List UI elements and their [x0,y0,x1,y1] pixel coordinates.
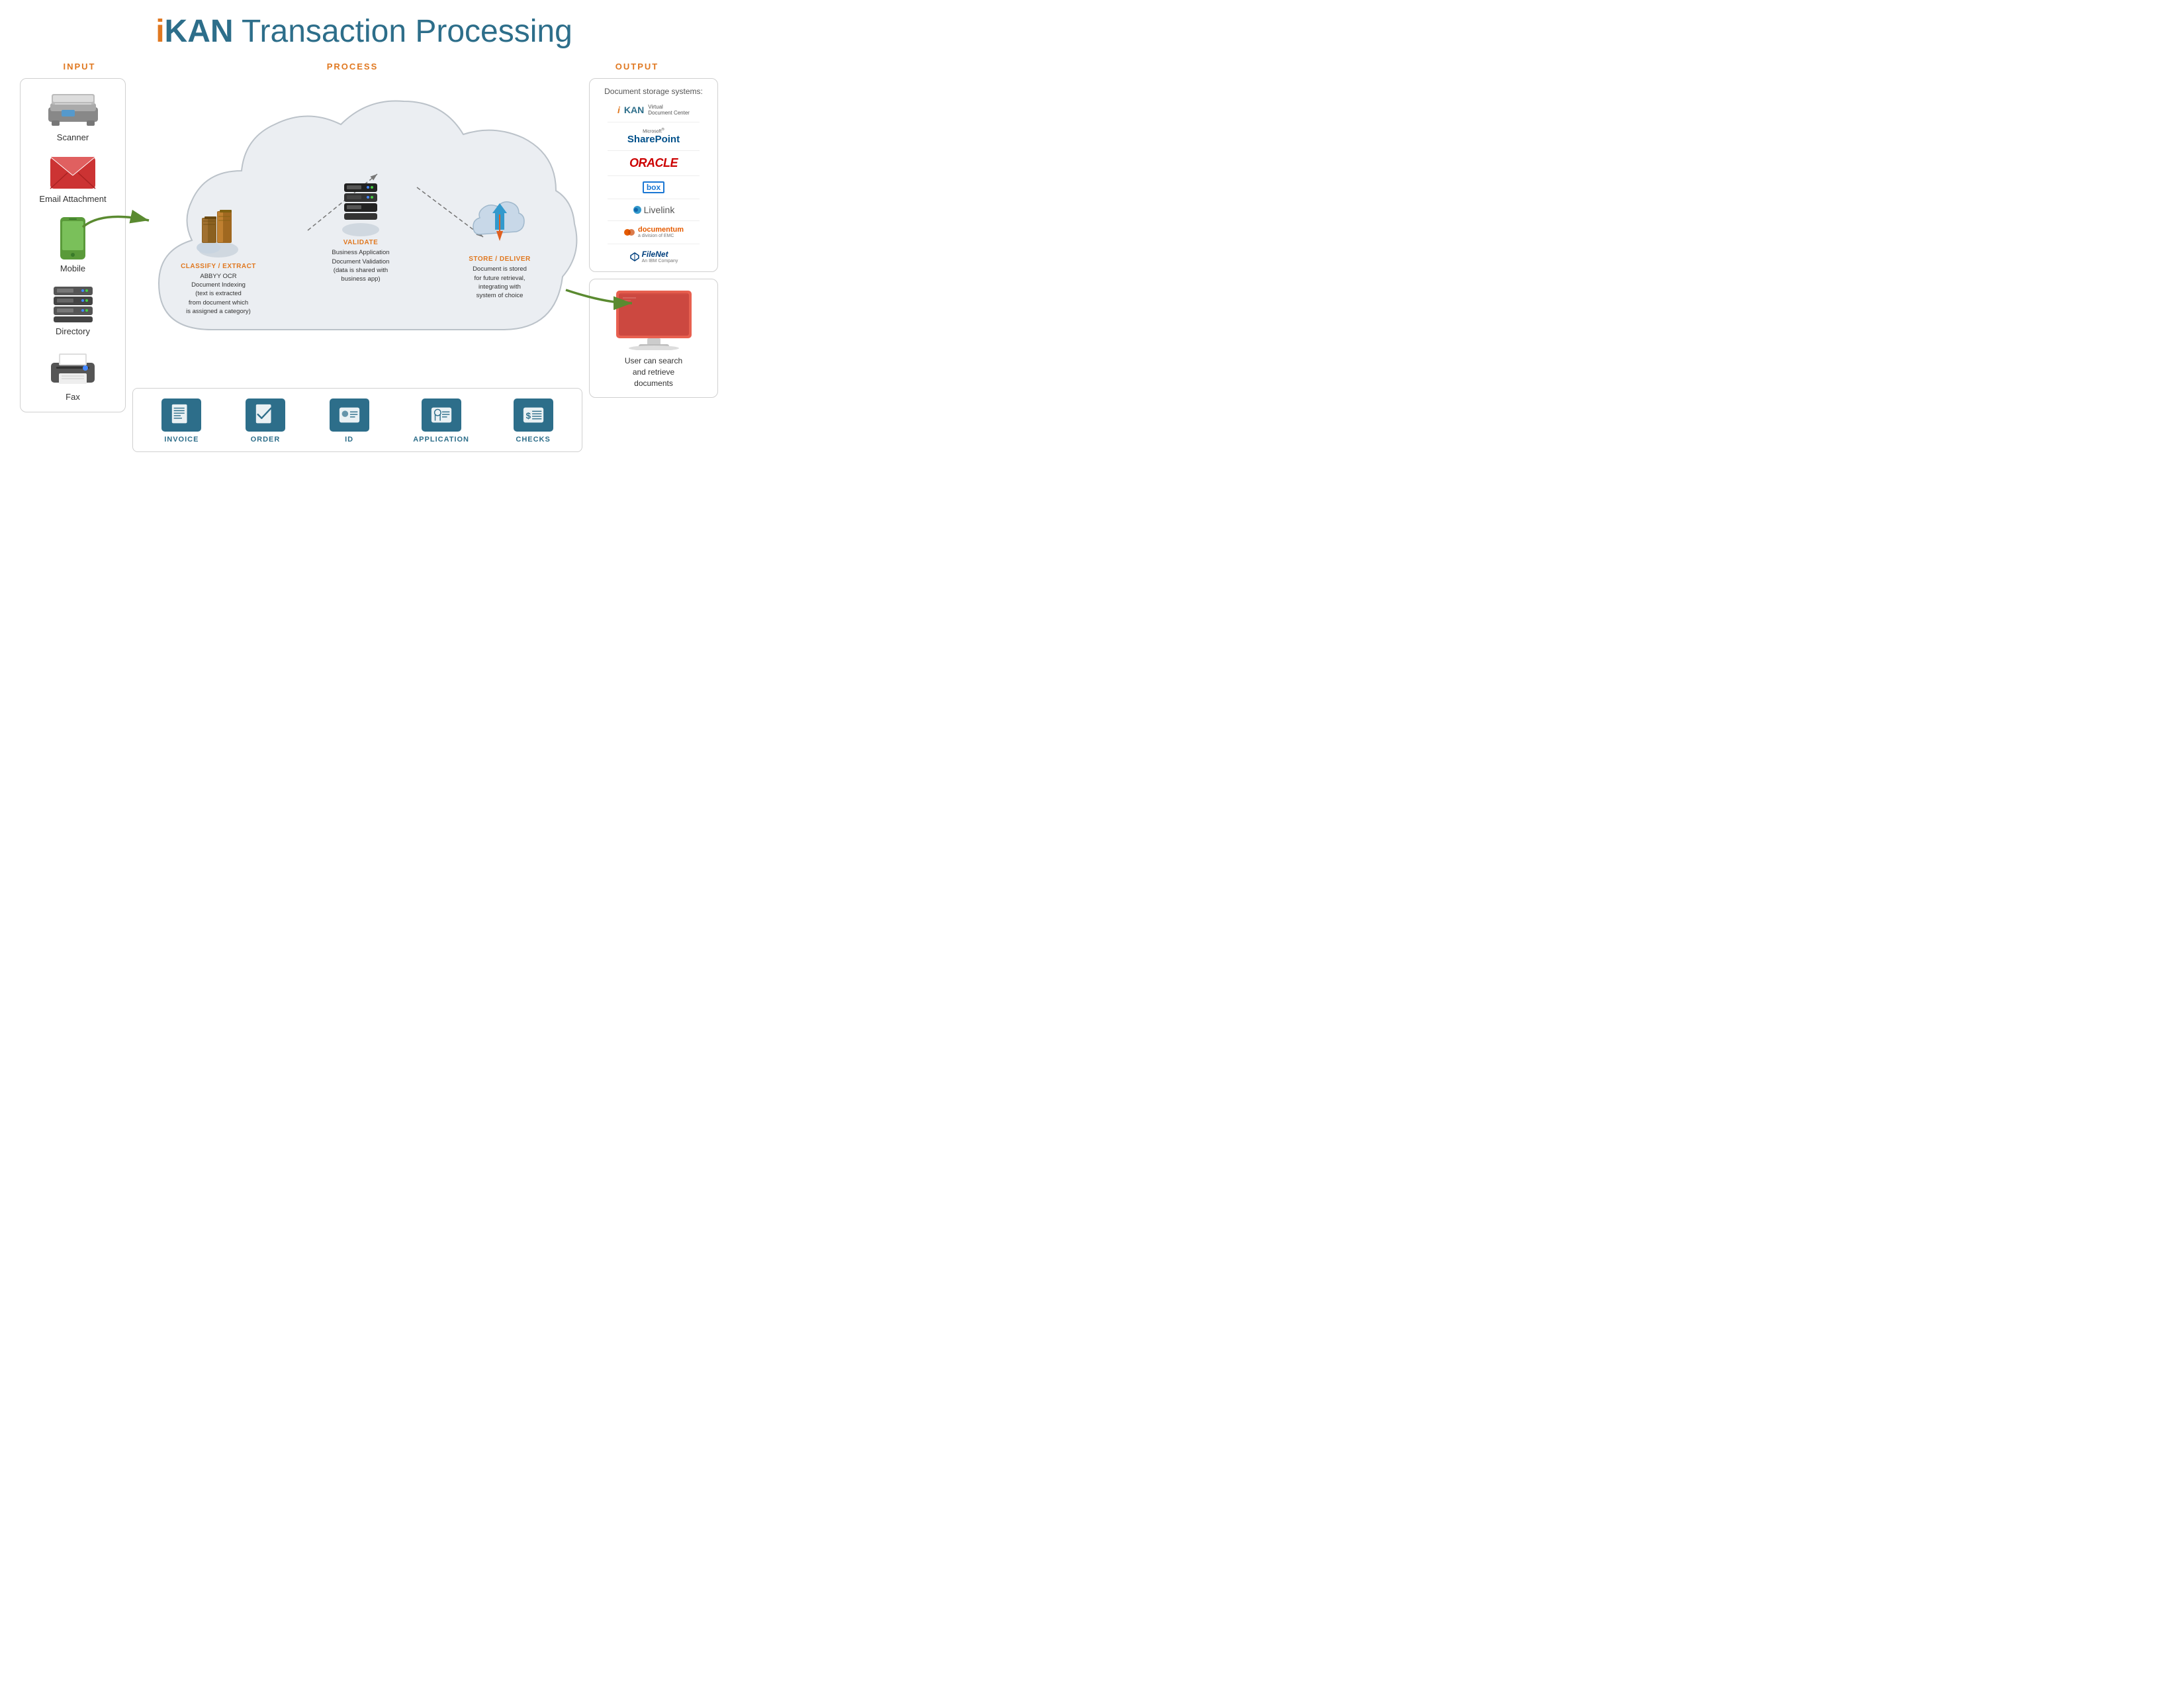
application-icon [430,403,453,427]
directory-icon [48,285,98,324]
input-scanner: Scanner [45,89,101,142]
page: iKAN Transaction Processing INPUT PROCES… [0,0,728,472]
page-title: iKAN Transaction Processing [20,13,708,50]
server-stack-icon [331,177,390,236]
application-label: APPLICATION [413,436,469,444]
order-label: ORDER [251,436,281,444]
green-arrow-output [559,283,639,313]
fax-icon [47,348,99,389]
storage-logos: i KAN VirtualDocument Center Microsoft® S… [596,104,711,264]
section-output: OUTPUT [572,62,702,71]
store-desc: Document is stored for future retrieval,… [469,265,530,300]
input-fax: Fax [47,348,99,402]
validate-label: VALIDATE Business Application Document V… [332,239,389,283]
green-arrow-input [76,207,156,237]
output-column: Document storage systems: i KAN VirtualDo… [589,78,718,398]
classify-desc: ABBYY OCR Document Indexing (text is ext… [181,272,256,316]
oracle-label: ORACLE [629,156,678,170]
title-area: iKAN Transaction Processing [20,13,708,50]
directory-label: Directory [56,326,90,336]
ikan-kan-logo: KAN [624,105,644,115]
invoice-icon-box [161,399,201,432]
filenet-sub: An IBM Company [642,259,678,263]
title-rest: Transaction Processing [234,14,572,49]
divider-5 [608,220,699,221]
doc-type-invoice: INVOICE [161,399,201,444]
validate-desc: Business Application Document Validation… [332,248,389,283]
title-i: i [156,14,164,49]
store-label: STORE / DELIVER Document is stored for f… [469,256,530,300]
section-labels: INPUT PROCESS OUTPUT [20,62,708,71]
cloud-arrows-icon [470,193,529,253]
email-icon [49,154,97,191]
doc-types-area: INVOICE ORDER [132,388,582,452]
section-process: PROCESS [132,62,572,71]
doc-type-checks: $ CHECKS [514,399,553,444]
cloud-container: CLASSIFY / EXTRACT ABBYY OCR Document In… [132,78,582,383]
title-brand: KAN [165,14,234,49]
documentum-sub: a division of EMC [638,234,684,238]
classify-step: CLASSIFY / EXTRACT ABBYY OCR Document In… [156,198,281,316]
ikan-sub-logo: VirtualDocument Center [648,104,690,117]
sharepoint-label: SharePoint [627,134,680,145]
logo-oracle: ORACLE [596,156,711,170]
cloud-steps: CLASSIFY / EXTRACT ABBYY OCR Document In… [132,78,582,383]
input-email: Email Attachment [39,154,106,204]
logo-livelink: Livelink [596,205,711,215]
input-column: Scanner Email Attachment [20,78,126,412]
validate-step: VALIDATE Business Application Document V… [301,177,420,283]
livelink-label: Livelink [633,205,675,215]
filenet-icon [629,252,640,262]
logo-filenet: FileNet An IBM Company [596,250,711,263]
documentum-icon [623,226,635,238]
process-cloud-wrapper: CLASSIFY / EXTRACT ABBYY OCR Document In… [132,78,582,452]
documentum-label: documentum [638,226,684,234]
divider-2 [608,150,699,151]
green-arrow-svg [76,207,156,234]
scanner-icon [45,89,101,130]
doc-type-id: ID [330,399,369,444]
id-icon-box [330,399,369,432]
checks-icon: $ [522,403,545,427]
fax-label: Fax [66,392,80,402]
livelink-icon [633,205,642,214]
logo-ikan: i KAN VirtualDocument Center [596,104,711,117]
order-icon-box [246,399,285,432]
filenet-label: FileNet [642,250,678,259]
divider-3 [608,175,699,176]
green-arrow-output-svg [559,283,639,310]
mobile-label: Mobile [60,263,85,273]
order-icon [253,403,277,427]
checks-icon-box: $ [514,399,553,432]
section-input: INPUT [26,62,132,71]
logo-box: box [596,181,711,193]
storage-title: Document storage systems: [596,87,711,97]
main-layout: Scanner Email Attachment [20,78,708,452]
invoice-label: INVOICE [164,436,199,444]
classify-label: CLASSIFY / EXTRACT ABBYY OCR Document In… [181,263,256,316]
invoice-icon [169,403,193,427]
logo-sharepoint: Microsoft® SharePoint [596,128,711,145]
scanner-label: Scanner [57,132,89,142]
id-icon [338,403,361,427]
store-step: STORE / DELIVER Document is stored for f… [440,193,559,300]
svg-text:$: $ [525,411,531,421]
search-label: User can search and retrieve documents [625,355,682,389]
box-label: box [643,181,664,193]
input-directory: Directory [48,285,98,336]
books-icon [189,198,248,258]
application-icon-box [422,399,461,432]
logo-documentum: documentum a division of EMC [596,226,711,238]
output-storage-box: Document storage systems: i KAN VirtualDo… [589,78,718,272]
checks-label: CHECKS [516,436,550,444]
id-label: ID [345,436,353,444]
doc-type-application: APPLICATION [413,399,469,444]
email-label: Email Attachment [39,194,106,204]
ikan-i-logo: i [617,105,620,115]
doc-type-order: ORDER [246,399,285,444]
microsoft-label: Microsoft® [643,128,664,134]
process-column: CLASSIFY / EXTRACT ABBYY OCR Document In… [132,78,582,452]
